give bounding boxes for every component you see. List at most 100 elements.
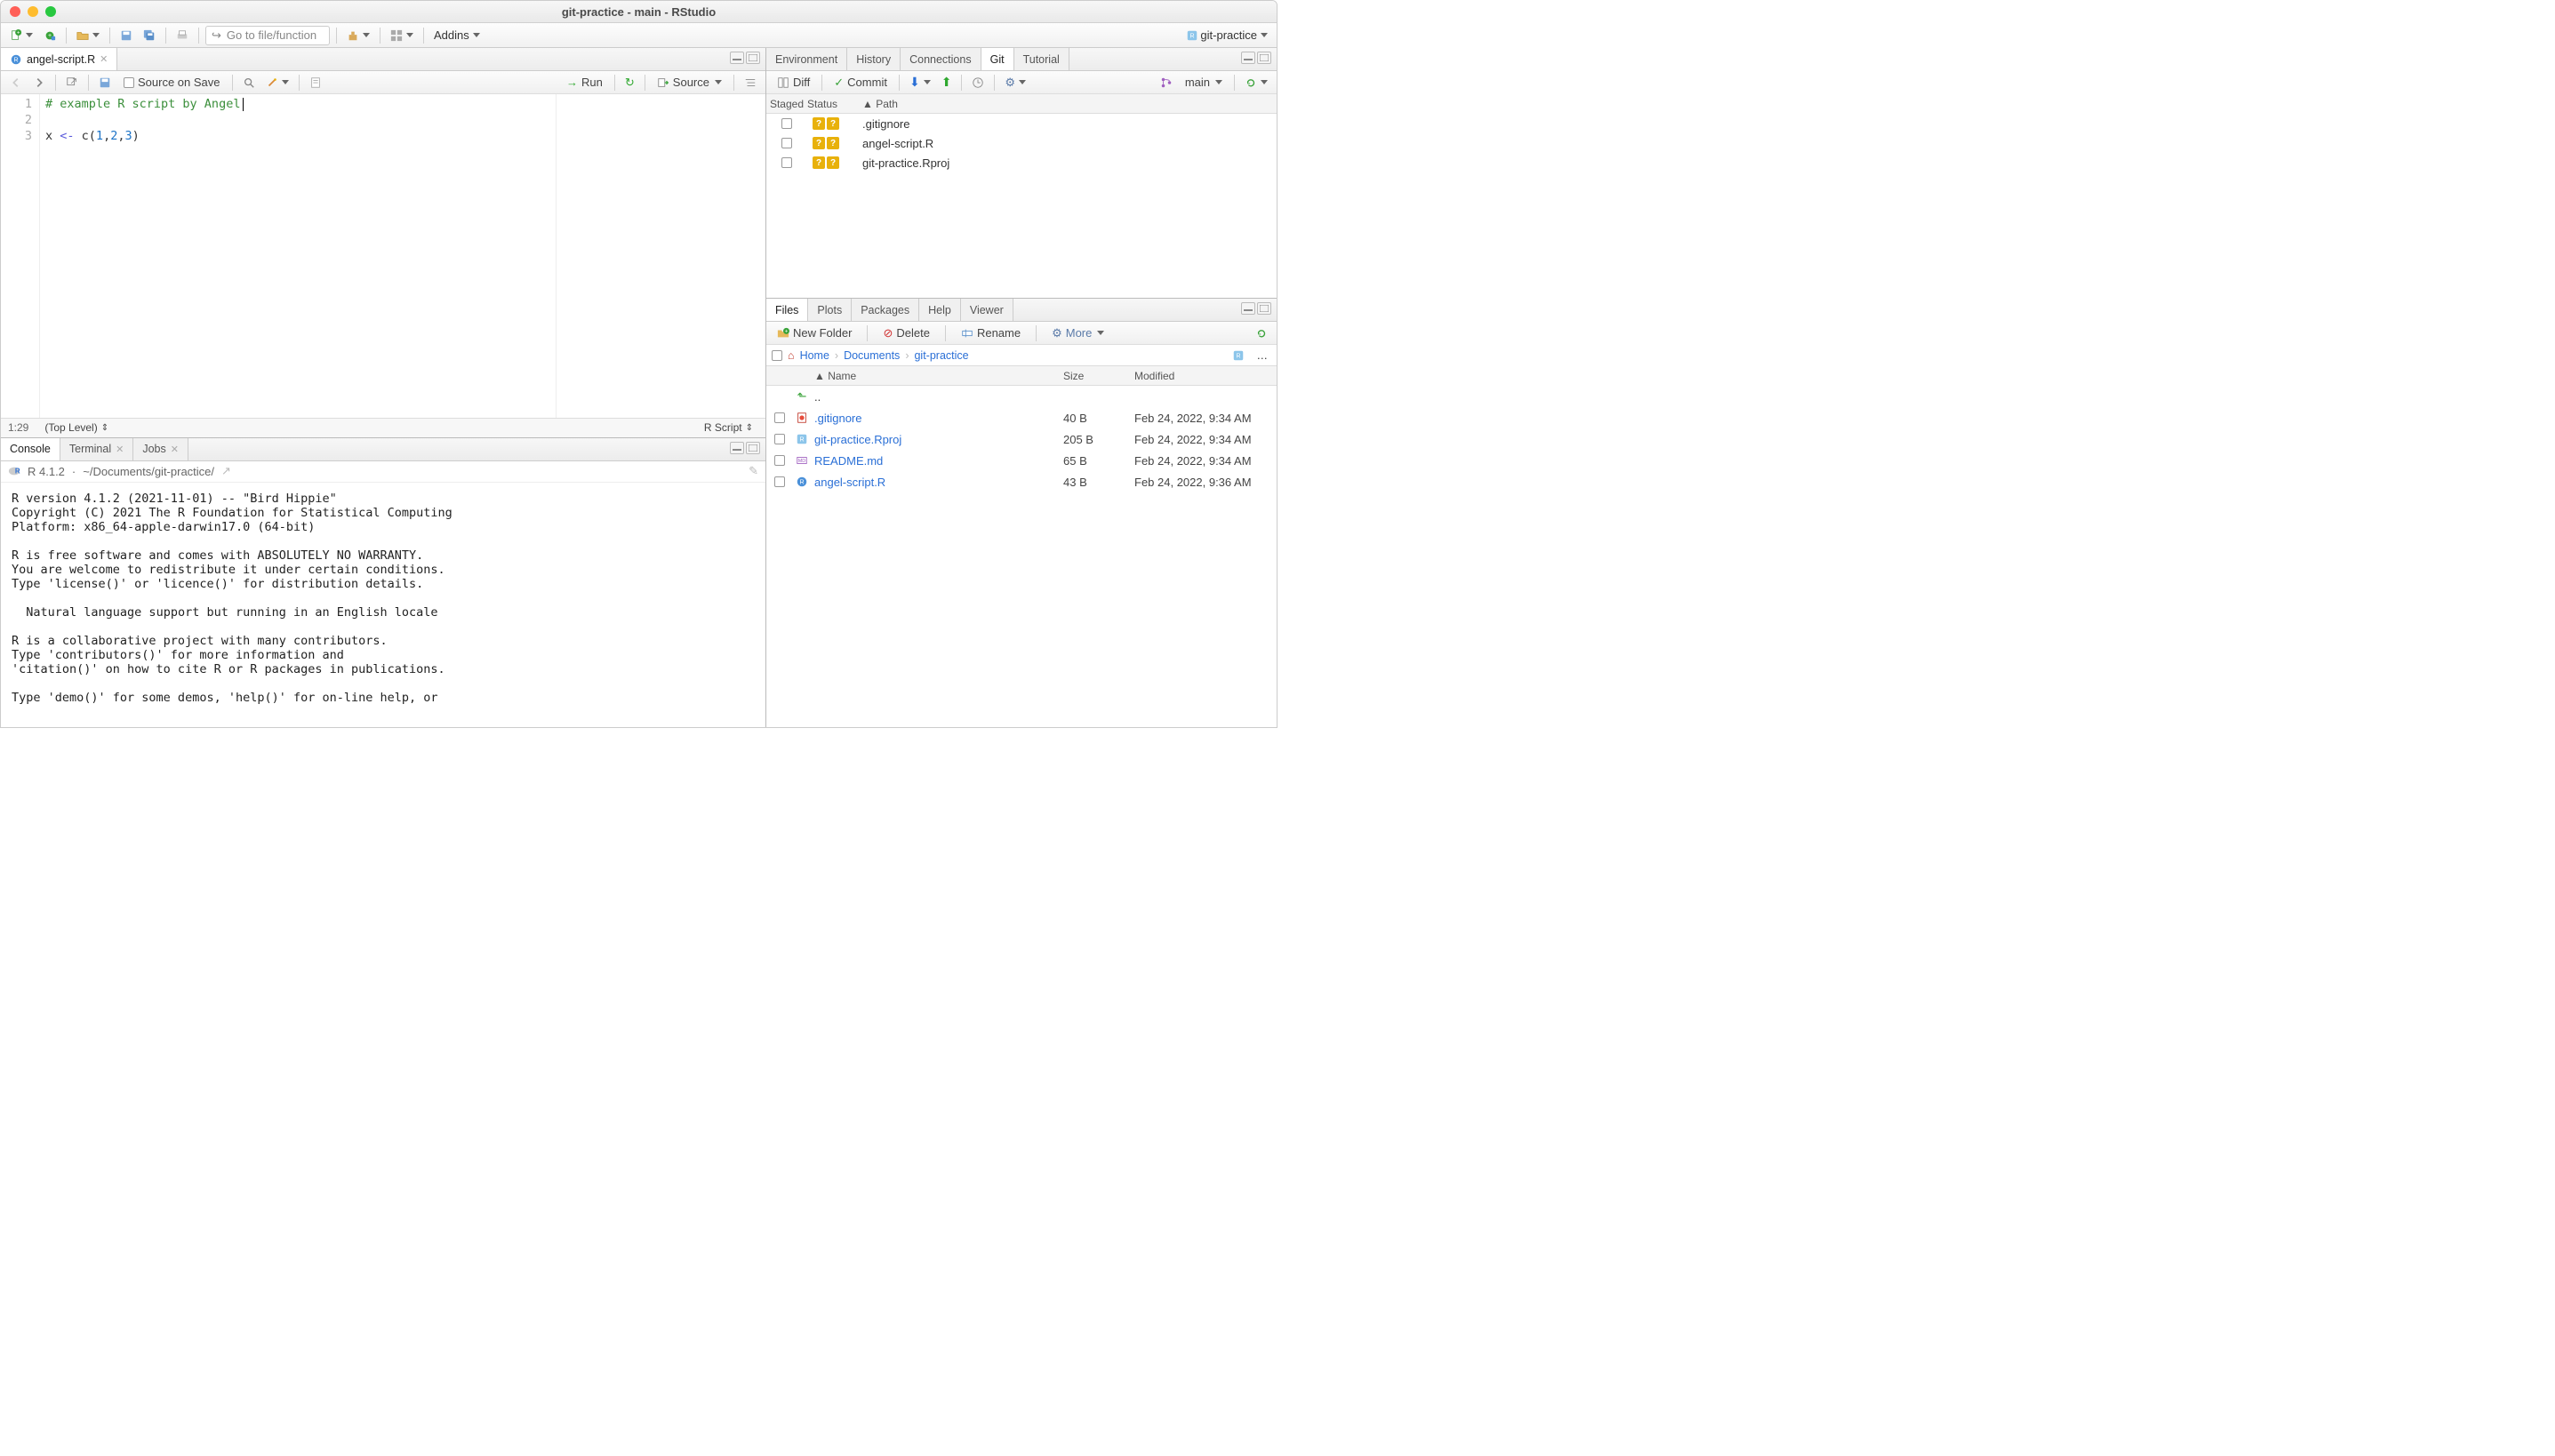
close-icon[interactable]: ✕ — [171, 444, 179, 455]
scope-selector[interactable]: (Top Level) ⇕ — [39, 419, 114, 436]
tab-jobs[interactable]: Jobs✕ — [133, 438, 188, 460]
console-output[interactable]: R version 4.1.2 (2021-11-01) -- "Bird Hi… — [1, 483, 765, 727]
source-tab-angel-script[interactable]: R angel-script.R ✕ — [1, 48, 117, 70]
goto-wd-icon[interactable]: ↗ — [221, 464, 231, 478]
save-button[interactable] — [116, 27, 136, 44]
file-row[interactable]: MD README.md 65 B Feb 24, 2022, 9:34 AM — [766, 450, 1277, 471]
pane-minimize-button[interactable] — [1241, 302, 1255, 315]
file-checkbox[interactable] — [774, 434, 785, 444]
pane-minimize-button[interactable] — [730, 52, 744, 64]
file-checkbox[interactable] — [774, 412, 785, 423]
find-button[interactable] — [239, 74, 259, 92]
window-close-icon[interactable] — [10, 6, 20, 17]
file-checkbox[interactable] — [774, 455, 785, 466]
panes-button[interactable] — [387, 27, 417, 44]
build-button[interactable] — [343, 27, 373, 44]
file-row-up[interactable]: ⬑ .. — [766, 386, 1277, 407]
git-hdr-staged[interactable]: Staged — [766, 98, 807, 110]
stage-checkbox[interactable] — [781, 157, 792, 168]
git-pull-button[interactable]: ⬇ — [906, 74, 934, 92]
files-hdr-size[interactable]: Size — [1063, 370, 1134, 382]
git-row[interactable]: ?? git-practice.Rproj — [766, 153, 1277, 172]
pane-maximize-button[interactable] — [746, 442, 760, 454]
git-diff-button[interactable]: Diff — [772, 74, 815, 92]
file-row[interactable]: R git-practice.Rproj 205 B Feb 24, 2022,… — [766, 428, 1277, 450]
source-on-save-toggle[interactable]: Source on Save — [118, 74, 226, 92]
tab-files[interactable]: Files — [766, 299, 808, 321]
rename-button[interactable]: Rename — [956, 324, 1026, 342]
tab-tutorial[interactable]: Tutorial — [1014, 48, 1069, 70]
file-name[interactable]: angel-script.R — [814, 476, 885, 489]
open-file-button[interactable] — [73, 27, 103, 44]
project-menu-button[interactable]: R git-practice — [1182, 27, 1271, 44]
git-more-button[interactable]: ⚙ — [1001, 74, 1029, 92]
file-name[interactable]: git-practice.Rproj — [814, 433, 901, 446]
pane-maximize-button[interactable] — [1257, 302, 1271, 315]
compile-report-button[interactable] — [306, 74, 325, 92]
new-project-button[interactable]: + — [40, 27, 60, 44]
rproj-icon[interactable]: R — [1229, 347, 1248, 364]
files-hdr-modified[interactable]: Modified — [1134, 370, 1277, 382]
addins-button[interactable]: Addins — [430, 27, 484, 44]
print-button[interactable] — [172, 27, 192, 44]
file-type-selector[interactable]: R Script ⇕ — [699, 419, 758, 436]
git-hdr-path[interactable]: ▲ Path — [857, 98, 1277, 110]
more-path-button[interactable]: … — [1253, 347, 1272, 364]
files-more-button[interactable]: ⚙ More — [1046, 324, 1109, 342]
git-push-button[interactable]: ⬆ — [938, 74, 956, 92]
tab-plots[interactable]: Plots — [808, 299, 852, 321]
git-branch-icon[interactable] — [1157, 74, 1176, 92]
file-row[interactable]: R angel-script.R 43 B Feb 24, 2022, 9:36… — [766, 471, 1277, 492]
tab-console[interactable]: Console — [1, 438, 60, 460]
pane-minimize-button[interactable] — [1241, 52, 1255, 64]
close-icon[interactable]: ✕ — [116, 444, 124, 455]
pane-maximize-button[interactable] — [746, 52, 760, 64]
save-source-button[interactable] — [95, 74, 115, 92]
window-minimize-icon[interactable] — [28, 6, 38, 17]
tab-environment[interactable]: Environment — [766, 48, 847, 70]
file-row[interactable]: .gitignore 40 B Feb 24, 2022, 9:34 AM — [766, 407, 1277, 428]
git-history-button[interactable] — [968, 74, 988, 92]
tab-terminal[interactable]: Terminal✕ — [60, 438, 133, 460]
popup-button[interactable] — [62, 74, 82, 92]
tab-git[interactable]: Git — [981, 48, 1014, 70]
tab-history[interactable]: History — [847, 48, 901, 70]
file-checkbox[interactable] — [774, 476, 785, 487]
breadcrumb-home[interactable]: Home — [800, 349, 829, 362]
window-maximize-icon[interactable] — [45, 6, 56, 17]
source-button[interactable]: Source — [652, 74, 727, 92]
tab-packages[interactable]: Packages — [852, 299, 919, 321]
git-hdr-status[interactable]: Status — [807, 98, 857, 110]
pane-minimize-button[interactable] — [730, 442, 744, 454]
files-refresh-button[interactable] — [1252, 324, 1271, 342]
select-all-checkbox[interactable] — [772, 350, 782, 361]
stage-checkbox[interactable] — [781, 138, 792, 148]
git-branch-selector[interactable]: main — [1180, 74, 1228, 92]
file-name[interactable]: README.md — [814, 454, 883, 468]
breadcrumb-project[interactable]: git-practice — [914, 349, 968, 362]
git-refresh-button[interactable] — [1241, 74, 1271, 92]
tab-help[interactable]: Help — [919, 299, 961, 321]
run-button[interactable]: → Run — [561, 74, 608, 92]
tab-viewer[interactable]: Viewer — [961, 299, 1013, 321]
tab-connections[interactable]: Connections — [901, 48, 981, 70]
file-name[interactable]: .gitignore — [814, 412, 861, 425]
git-row[interactable]: ?? .gitignore — [766, 114, 1277, 133]
goto-file-function-input[interactable]: ↪ Go to file/function — [205, 26, 330, 45]
code-editor[interactable]: 123 # example R script by Angel x <- c(1… — [1, 94, 765, 418]
git-row[interactable]: ?? angel-script.R — [766, 133, 1277, 153]
home-icon[interactable]: ⌂ — [788, 349, 795, 362]
git-commit-button[interactable]: ✓ Commit — [829, 74, 893, 92]
forward-button[interactable] — [29, 74, 49, 92]
outline-button[interactable] — [741, 74, 760, 92]
new-file-button[interactable]: + — [6, 27, 36, 44]
save-all-button[interactable] — [140, 27, 159, 44]
wand-button[interactable] — [262, 74, 292, 92]
delete-button[interactable]: ⊘ Delete — [877, 324, 934, 342]
rerun-button[interactable]: ↻ — [621, 74, 638, 92]
close-tab-icon[interactable]: ✕ — [100, 53, 108, 65]
clear-console-icon[interactable]: ✎ — [749, 464, 758, 478]
stage-checkbox[interactable] — [781, 118, 792, 129]
breadcrumb-documents[interactable]: Documents — [844, 349, 900, 362]
pane-maximize-button[interactable] — [1257, 52, 1271, 64]
